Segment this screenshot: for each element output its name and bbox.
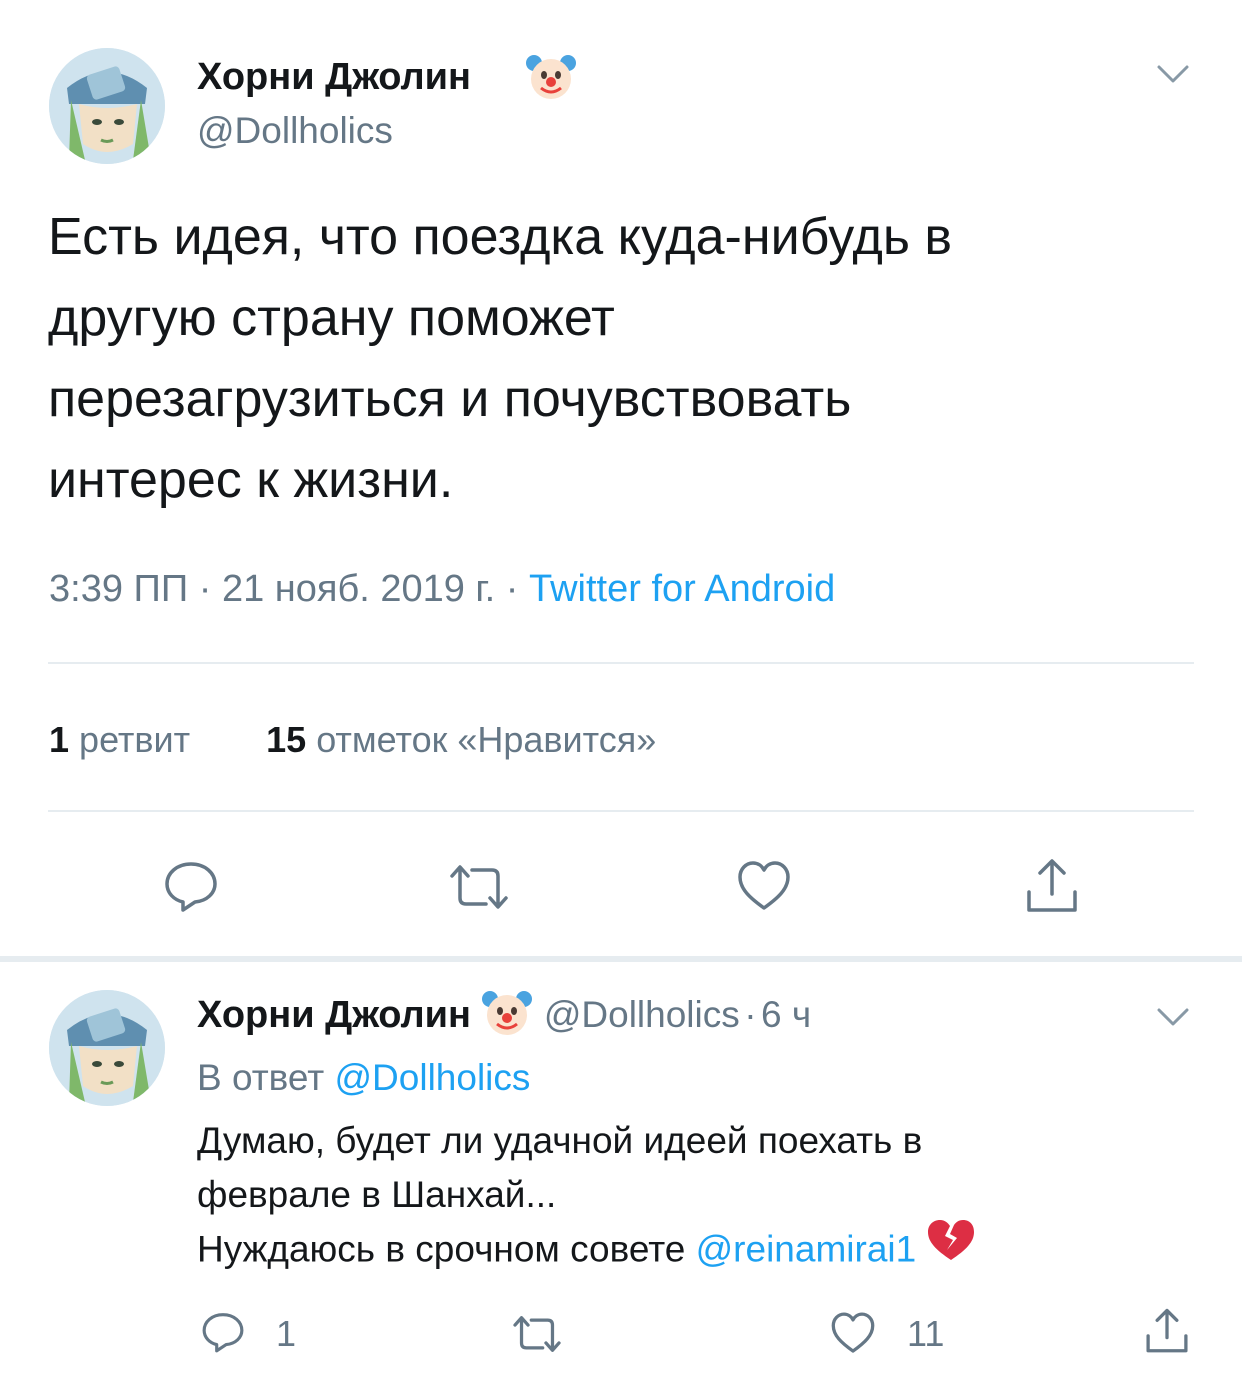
reply-text-prefix: Нуждаюсь в срочном совете bbox=[197, 1228, 686, 1270]
likes-count: 15 bbox=[266, 719, 307, 760]
tweet-date: 21 нояб. 2019 г. bbox=[221, 568, 496, 610]
reply-to-line: В ответ @Dollholics bbox=[197, 1057, 530, 1099]
tweet-text-line: перезагрузиться и почувствовать bbox=[48, 370, 852, 428]
clown-face-emoji bbox=[525, 50, 577, 107]
retweets-stat[interactable]: 1 ретвит bbox=[49, 719, 190, 760]
reply-to-handle-link[interactable]: @Dollholics bbox=[335, 1057, 531, 1098]
like-count: 11 bbox=[907, 1313, 945, 1354]
reply-count: 1 bbox=[276, 1313, 297, 1354]
meta-separator: · bbox=[505, 568, 519, 610]
chevron-down-icon[interactable] bbox=[1153, 998, 1193, 1038]
likes-stat[interactable]: 15 отметок «Нравится» bbox=[266, 719, 656, 760]
tweet-meta: 3:39 ПП · 21 нояб. 2019 г. · Twitter for… bbox=[49, 568, 835, 611]
tweet-stats: 1 ретвит 15 отметок «Нравится» bbox=[49, 719, 656, 761]
reply-text-line: Думаю, будет ли удачной идеей поехать в bbox=[197, 1120, 923, 1161]
meta-separator: · bbox=[744, 994, 757, 1035]
reply-text-line: феврале в Шанхай... bbox=[197, 1174, 557, 1215]
tweet-text-line: Есть идея, что поездка куда-нибудь в bbox=[48, 208, 953, 266]
tweet-separator bbox=[0, 956, 1242, 962]
clown-face-emoji bbox=[481, 986, 533, 1043]
tweet-text-line: другую страну поможет bbox=[48, 289, 615, 347]
tweet-text: Есть идея, что поездка куда-нибудь в дру… bbox=[48, 197, 1198, 521]
author-name[interactable]: Хорни Джолин bbox=[197, 56, 471, 99]
share-icon[interactable] bbox=[1144, 1306, 1190, 1356]
reply-text: Думаю, будет ли удачной идеей поехать в … bbox=[197, 1114, 1157, 1281]
broken-heart-emoji bbox=[926, 1218, 976, 1277]
reply-header: Хорни Джолин @Dollholics · 6 ч bbox=[197, 991, 811, 1051]
reply-icon[interactable] bbox=[201, 1310, 245, 1354]
reply-author-avatar[interactable] bbox=[49, 990, 165, 1106]
tweet-source-link[interactable]: Twitter for Android bbox=[529, 568, 835, 610]
reply-to-prefix: В ответ bbox=[197, 1057, 325, 1098]
reply-author-handle[interactable]: @Dollholics bbox=[544, 994, 740, 1035]
retweets-label: ретвит bbox=[79, 719, 191, 760]
like-icon[interactable] bbox=[830, 1310, 876, 1356]
reply-time[interactable]: 6 ч bbox=[761, 994, 811, 1035]
author-handle[interactable]: @Dollholics bbox=[197, 110, 393, 152]
chevron-down-icon[interactable] bbox=[1153, 55, 1193, 95]
likes-label: отметок «Нравится» bbox=[316, 719, 657, 760]
retweet-icon[interactable] bbox=[510, 1312, 564, 1356]
share-icon[interactable] bbox=[1024, 856, 1080, 916]
retweets-count: 1 bbox=[49, 719, 70, 760]
reply-icon[interactable] bbox=[163, 858, 219, 914]
meta-separator: · bbox=[198, 568, 212, 610]
reply-author-name[interactable]: Хорни Джолин bbox=[197, 994, 471, 1036]
tweet-text-line: интерес к жизни. bbox=[48, 451, 454, 509]
mention-link[interactable]: @reinamirai1 bbox=[696, 1228, 917, 1269]
retweet-icon[interactable] bbox=[446, 860, 512, 914]
author-avatar[interactable] bbox=[49, 48, 165, 164]
reply-text-line: Нуждаюсь в срочном совете @reinamirai1 bbox=[197, 1220, 1157, 1281]
divider bbox=[48, 810, 1194, 812]
divider bbox=[48, 662, 1194, 664]
tweet-time: 3:39 ПП bbox=[49, 568, 189, 610]
like-icon[interactable] bbox=[736, 858, 792, 914]
